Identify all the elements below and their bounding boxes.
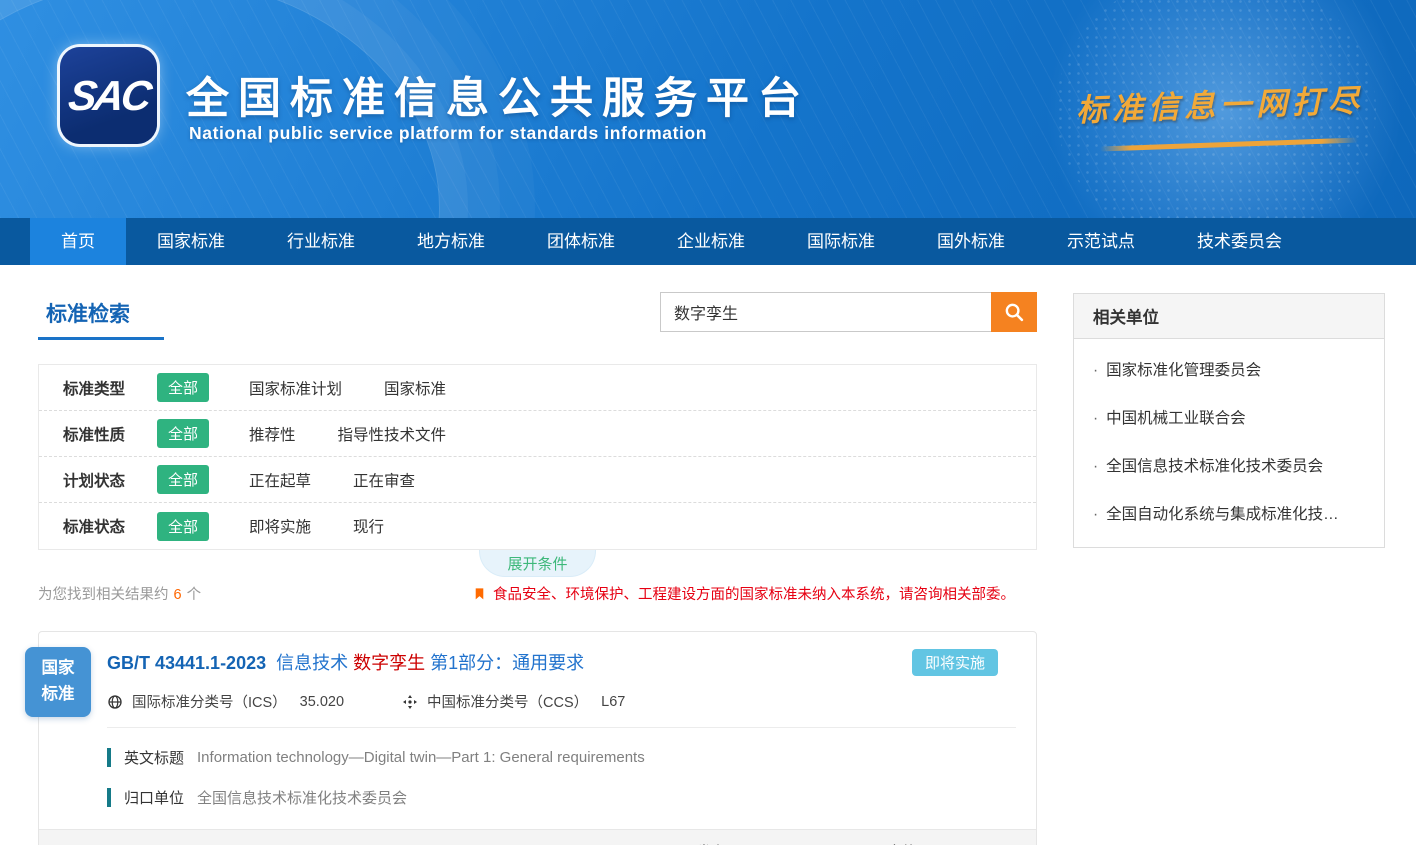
status-badge: 即将实施 bbox=[912, 649, 998, 676]
nav-tab-3[interactable]: 行业标准 bbox=[256, 218, 386, 265]
sac-logo[interactable]: SAC bbox=[60, 47, 157, 144]
page: SAC 全国标准信息公共服务平台 National public service… bbox=[0, 0, 1416, 845]
ccs-value: L67 bbox=[601, 694, 625, 710]
ics-meta: 国际标准分类号（ICS） 35.020 bbox=[107, 691, 344, 712]
filter-option[interactable]: 现行 bbox=[353, 515, 384, 537]
card-footer: 发布于 2023-11-27 实施于 2024-06-01 bbox=[39, 829, 1036, 845]
filter-selected-badge[interactable]: 全部 bbox=[157, 419, 209, 448]
compass-icon bbox=[402, 694, 418, 710]
filter-option[interactable]: 即将实施 bbox=[249, 515, 311, 537]
implemented-label: 实施于 bbox=[887, 841, 932, 845]
filter-row: 标准类型全部 国家标准计划 国家标准 bbox=[39, 365, 1036, 411]
filter-label: 计划状态 bbox=[63, 469, 157, 491]
committee-label: 归口单位 bbox=[124, 787, 184, 808]
main-content: 标准检索 标准类型全部国家标准计划国家标准标准性质全部推荐性指导性技术文件计划状… bbox=[0, 265, 1416, 845]
filter-selected-badge[interactable]: 全部 bbox=[157, 465, 209, 494]
search-icon bbox=[1003, 301, 1025, 323]
filter-box: 标准类型全部国家标准计划国家标准标准性质全部推荐性指导性技术文件计划状态全部正在… bbox=[38, 364, 1037, 550]
sidebar-item[interactable]: 中国机械工业联合会 bbox=[1074, 393, 1384, 441]
expand-wrap: 展开条件 bbox=[38, 550, 1037, 577]
notice-text: 食品安全、环境保护、工程建设方面的国家标准未纳入本系统，请咨询相关部委。 bbox=[493, 583, 1015, 604]
published-label: 发布于 bbox=[697, 841, 742, 845]
ccs-label: 中国标准分类号（CCS） bbox=[427, 691, 588, 712]
system-notice: 食品安全、环境保护、工程建设方面的国家标准未纳入本系统，请咨询相关部委。 bbox=[473, 583, 1037, 604]
sac-logo-text: SAC bbox=[65, 72, 151, 120]
ics-label: 国际标准分类号（ICS） bbox=[132, 691, 287, 712]
filter-row: 计划状态全部 正在起草 正在审查 bbox=[39, 457, 1036, 503]
implemented-date-item: 实施于 2024-06-01 bbox=[864, 841, 1016, 845]
card-body: GB/T 43441.1-2023 信息技术数字孪生第1部分：通用要求 即将实施 bbox=[39, 632, 1036, 808]
expand-conditions-button[interactable]: 展开条件 bbox=[479, 550, 595, 577]
sidebar-item[interactable]: 全国自动化系统与集成标准化技… bbox=[1074, 489, 1384, 537]
standard-type-badge: 国家 标准 bbox=[25, 647, 91, 717]
search-section: 标准检索 bbox=[38, 290, 1037, 350]
results-summary-row: 为您找到相关结果约 6个 食品安全、环境保护、工程建设方面的国家标准未纳入本系统，… bbox=[38, 583, 1037, 604]
type-badge-line2: 标准 bbox=[42, 682, 75, 708]
filter-option[interactable]: 推荐性 bbox=[249, 423, 296, 445]
title-part1: 信息技术 bbox=[276, 653, 348, 673]
filter-selected-badge[interactable]: 全部 bbox=[157, 512, 209, 541]
nav-tab-1[interactable]: 首页 bbox=[30, 218, 126, 265]
site-subtitle: National public service platform for sta… bbox=[189, 123, 707, 144]
nav-tab-9[interactable]: 示范试点 bbox=[1036, 218, 1166, 265]
filter-row: 标准状态全部 即将实施 现行 bbox=[39, 503, 1036, 549]
results-count: 6 bbox=[174, 587, 182, 603]
sidebar-item[interactable]: 全国信息技术标准化技术委员会 bbox=[1074, 441, 1384, 489]
detail-bar-icon bbox=[107, 748, 111, 767]
type-badge-line1: 国家 bbox=[42, 656, 75, 682]
summary-prefix: 为您找到相关结果约 bbox=[38, 587, 169, 603]
nav-tab-7[interactable]: 国际标准 bbox=[776, 218, 906, 265]
committee-row: 归口单位 全国信息技术标准化技术委员会 bbox=[107, 787, 1016, 808]
sidebar-list: 国家标准化管理委员会中国机械工业联合会全国信息技术标准化技术委员会全国自动化系统… bbox=[1074, 339, 1384, 547]
ics-value: 35.020 bbox=[300, 694, 344, 710]
filter-selected-badge[interactable]: 全部 bbox=[157, 373, 209, 402]
card-divider bbox=[107, 727, 1016, 728]
filter-label: 标准性质 bbox=[63, 423, 157, 445]
header-banner: SAC 全国标准信息公共服务平台 National public service… bbox=[0, 0, 1416, 218]
filter-label: 标准类型 bbox=[63, 377, 157, 399]
result-card: 国家 标准 GB/T 43441.1-2023 信息技术数字孪生第1部分：通用要求… bbox=[38, 631, 1037, 845]
standard-title-link[interactable]: GB/T 43441.1-2023 信息技术数字孪生第1部分：通用要求 bbox=[107, 649, 589, 675]
sidebar-item[interactable]: 国家标准化管理委员会 bbox=[1074, 345, 1384, 393]
title-part2: 第1部分：通用要求 bbox=[430, 653, 584, 673]
standard-code: GB/T 43441.1-2023 bbox=[107, 653, 266, 673]
card-meta-row: 国际标准分类号（ICS） 35.020 中国标准分 bbox=[107, 691, 1016, 712]
left-column: 标准检索 标准类型全部国家标准计划国家标准标准性质全部推荐性指导性技术文件计划状… bbox=[38, 290, 1037, 845]
ccs-meta: 中国标准分类号（CCS） L67 bbox=[402, 691, 625, 712]
filter-option[interactable]: 指导性技术文件 bbox=[338, 423, 447, 445]
site-title: 全国标准信息公共服务平台 bbox=[186, 64, 810, 126]
committee-value: 全国信息技术标准化技术委员会 bbox=[197, 787, 407, 808]
related-units-title: 相关单位 bbox=[1074, 294, 1384, 339]
english-title-value: Information technology—Digital twin—Part… bbox=[197, 749, 645, 766]
nav-tab-2[interactable]: 国家标准 bbox=[126, 218, 256, 265]
nav-tab-4[interactable]: 地方标准 bbox=[386, 218, 516, 265]
search-button[interactable] bbox=[991, 292, 1037, 332]
english-title-row: 英文标题 Information technology—Digital twin… bbox=[107, 747, 1016, 768]
search-input[interactable] bbox=[660, 292, 991, 332]
nav-tab-6[interactable]: 企业标准 bbox=[646, 218, 776, 265]
nav-tab-8[interactable]: 国外标准 bbox=[906, 218, 1036, 265]
nav-bar: 首页国家标准行业标准地方标准团体标准企业标准国际标准国外标准示范试点技术委员会 bbox=[0, 218, 1416, 265]
filter-option[interactable]: 正在审查 bbox=[353, 469, 415, 491]
filter-row: 标准性质全部 推荐性 指导性技术文件 bbox=[39, 411, 1036, 457]
globe-icon bbox=[107, 694, 123, 710]
filter-option[interactable]: 国家标准计划 bbox=[249, 377, 342, 399]
title-highlight: 数字孪生 bbox=[353, 653, 425, 673]
page-title: 标准检索 bbox=[38, 290, 130, 328]
published-date-item: 发布于 2023-11-27 bbox=[674, 841, 825, 845]
nav-tab-10[interactable]: 技术委员会 bbox=[1166, 218, 1313, 265]
nav-tab-5[interactable]: 团体标准 bbox=[516, 218, 646, 265]
results-summary: 为您找到相关结果约 6个 bbox=[38, 583, 201, 604]
search-box bbox=[660, 292, 1037, 332]
summary-suffix: 个 bbox=[187, 587, 202, 603]
detail-bar-icon bbox=[107, 788, 111, 807]
bookmark-icon bbox=[473, 586, 486, 602]
related-units-panel: 相关单位 国家标准化管理委员会中国机械工业联合会全国信息技术标准化技术委员会全国… bbox=[1073, 293, 1385, 548]
card-titlebar: GB/T 43441.1-2023 信息技术数字孪生第1部分：通用要求 即将实施 bbox=[107, 649, 1016, 676]
filter-option[interactable]: 正在起草 bbox=[249, 469, 311, 491]
filter-label: 标准状态 bbox=[63, 515, 157, 537]
english-title-label: 英文标题 bbox=[124, 747, 184, 768]
filter-option[interactable]: 国家标准 bbox=[384, 377, 446, 399]
